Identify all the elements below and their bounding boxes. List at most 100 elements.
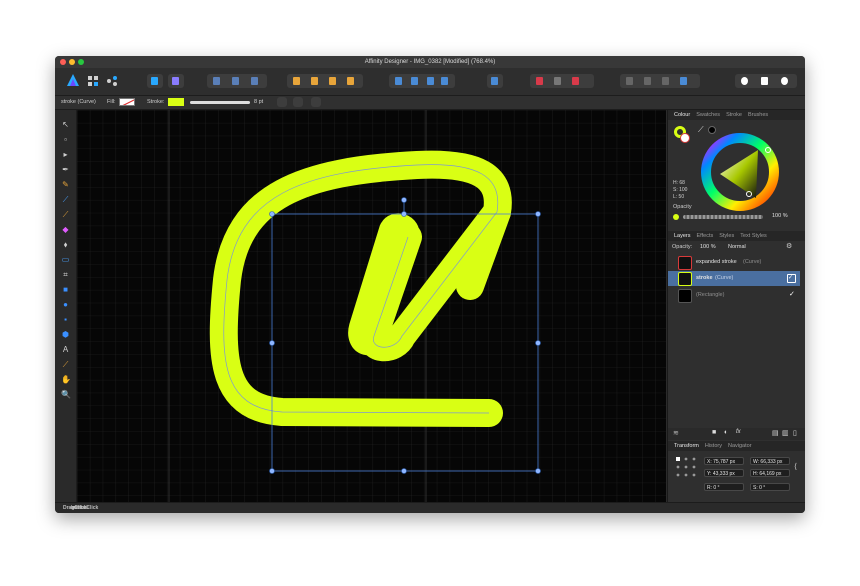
- tab-transform[interactable]: Transform: [674, 443, 699, 449]
- group-layer-icon[interactable]: ▥: [782, 429, 789, 437]
- tab-brushes[interactable]: Brushes: [748, 112, 768, 118]
- move-tool-icon[interactable]: ↖: [61, 120, 70, 129]
- opacity-label: Opacity: [673, 204, 692, 210]
- view-options-group[interactable]: [735, 74, 797, 88]
- view-point-button[interactable]: [293, 97, 303, 107]
- colour-wheel[interactable]: [700, 132, 780, 212]
- stroke-swatch[interactable]: [168, 98, 184, 106]
- fill-stroke-selector[interactable]: [674, 126, 692, 144]
- transform-w-field[interactable]: W: 66,333 px: [750, 457, 790, 465]
- status-text: 'stroke' selected. Drag to move selectio…: [63, 503, 98, 513]
- polygon-tool-icon[interactable]: ⬢: [61, 330, 70, 339]
- layer-opacity-dropdown[interactable]: 100 %: [700, 244, 716, 250]
- resize-handle-tl[interactable]: [269, 211, 275, 217]
- resize-handle-ml[interactable]: [269, 340, 275, 346]
- corner-tool-icon[interactable]: ▸: [61, 150, 70, 159]
- minimize-window-button[interactable]: [69, 59, 75, 65]
- layer-row-stroke[interactable]: stroke (Curve) ✓: [668, 271, 800, 286]
- export-persona-icon[interactable]: [107, 76, 117, 86]
- resize-handle-bm[interactable]: [401, 468, 407, 474]
- isolate-button[interactable]: [168, 74, 184, 88]
- rounded-rectangle-icon[interactable]: ▪: [61, 315, 70, 324]
- snapping-group[interactable]: [207, 74, 267, 88]
- layer-thumbnail: [678, 256, 692, 270]
- text-tool-icon[interactable]: A: [61, 345, 70, 354]
- resize-handle-mr[interactable]: [535, 340, 541, 346]
- arrange-group[interactable]: [287, 74, 363, 88]
- layers-footer: ≋ ■ ◐ fx ▤ ▥ ▯: [668, 428, 805, 440]
- color-picker-icon[interactable]: ⟋: [61, 360, 70, 369]
- zoom-tool-icon[interactable]: 🔍: [61, 390, 71, 399]
- tab-colour[interactable]: Colour: [674, 112, 690, 118]
- layers-panel-tabs: Layers Effects Styles Text Styles: [668, 231, 805, 241]
- view-mode-button[interactable]: [147, 74, 163, 88]
- resize-handle-tr[interactable]: [535, 211, 541, 217]
- add-layer-icon[interactable]: ▤: [772, 429, 779, 437]
- layer-settings-icon[interactable]: ⚙: [786, 242, 792, 250]
- hsl-h: H: 68: [673, 180, 685, 186]
- close-window-button[interactable]: [60, 59, 66, 65]
- transform-s-field[interactable]: S: 0 °: [750, 483, 790, 491]
- tab-styles[interactable]: Styles: [719, 233, 734, 239]
- layer-visibility-check[interactable]: ✓: [787, 274, 796, 283]
- layers-stack-icon[interactable]: ≋: [673, 429, 679, 437]
- tab-navigator[interactable]: Navigator: [728, 443, 752, 449]
- layer-name: stroke: [696, 275, 713, 281]
- geometry-group[interactable]: [530, 74, 594, 88]
- ellipse-tool-icon[interactable]: ●: [61, 300, 70, 309]
- mask-layer-icon[interactable]: ■: [712, 429, 716, 436]
- node-tool-icon[interactable]: ▫: [61, 135, 70, 144]
- layer-row-expanded-stroke[interactable]: expanded stroke (Curve): [668, 255, 800, 270]
- adjustment-icon[interactable]: ◐: [724, 429, 728, 436]
- transform-h-field[interactable]: H: 64,169 px: [750, 469, 790, 477]
- anchor-point-selector[interactable]: [676, 457, 696, 477]
- blend-mode-dropdown[interactable]: Normal: [728, 244, 746, 250]
- place-image-icon[interactable]: ▭: [61, 255, 70, 264]
- boolean-group[interactable]: [620, 74, 700, 88]
- transparency-tool-icon[interactable]: ⬧: [61, 240, 70, 249]
- resize-handle-tm[interactable]: [401, 211, 407, 217]
- transform-r-field[interactable]: R: 0 °: [704, 483, 744, 491]
- crop-tool-icon[interactable]: ⌗: [61, 270, 70, 279]
- rectangle-tool-icon[interactable]: ■: [61, 285, 70, 294]
- brush-tool-icon[interactable]: ⟋: [61, 195, 70, 204]
- paint-brush-icon[interactable]: ⟋: [61, 210, 70, 219]
- pixel-persona-icon[interactable]: [88, 76, 98, 86]
- tab-effects[interactable]: Effects: [697, 233, 714, 239]
- rotate-handle[interactable]: [401, 197, 407, 203]
- pen-tool-icon[interactable]: ✒: [61, 165, 70, 174]
- fill-swatch[interactable]: [119, 98, 135, 106]
- tab-swatches[interactable]: Swatches: [696, 112, 720, 118]
- designer-persona-icon[interactable]: [67, 74, 79, 86]
- tab-history[interactable]: History: [705, 443, 722, 449]
- tab-text-styles[interactable]: Text Styles: [740, 233, 767, 239]
- layer-thumbnail: [678, 289, 692, 303]
- resize-handle-br[interactable]: [535, 468, 541, 474]
- hand-tool-icon[interactable]: ✋: [61, 375, 71, 384]
- opacity-value[interactable]: 100 %: [772, 213, 788, 219]
- transform-origin-button[interactable]: [277, 97, 287, 107]
- transform-align-button[interactable]: [487, 74, 503, 88]
- layer-visibility-check[interactable]: ✓: [789, 291, 796, 298]
- pencil-tool-icon[interactable]: ✎: [61, 180, 70, 189]
- document-canvas[interactable]: [77, 110, 666, 502]
- tools-sidebar: ↖ ▫ ▸ ✒ ✎ ⟋ ⟋ ◆ ⬧ ▭ ⌗ ■ ● ▪ ⬢ A ⟋ ✋ 🔍: [55, 110, 77, 502]
- opacity-slider[interactable]: [683, 215, 763, 219]
- tab-stroke[interactable]: Stroke: [726, 112, 742, 118]
- stroke-width-slider[interactable]: [190, 101, 250, 104]
- zoom-window-button[interactable]: [78, 59, 84, 65]
- app-window: Affinity Designer - IMG_0382 [Modified] …: [55, 56, 805, 513]
- hsl-l: L: 50: [673, 194, 685, 200]
- tab-layers[interactable]: Layers: [674, 233, 691, 239]
- opacity-colour-dot: [673, 214, 679, 220]
- lock-aspect-icon[interactable]: ⟨: [794, 462, 797, 471]
- snap-button[interactable]: [311, 97, 321, 107]
- transform-x-field[interactable]: X: 75,787 px: [704, 457, 744, 465]
- resize-handle-bl[interactable]: [269, 468, 275, 474]
- delete-layer-icon[interactable]: ▯: [793, 429, 797, 437]
- fx-icon[interactable]: fx: [736, 429, 741, 435]
- transform-y-field[interactable]: Y: 43,333 px: [704, 469, 744, 477]
- fill-tool-icon[interactable]: ◆: [61, 225, 70, 234]
- layer-row-rectangle[interactable]: (Rectangle) ✓: [668, 288, 800, 303]
- align-group[interactable]: [389, 74, 455, 88]
